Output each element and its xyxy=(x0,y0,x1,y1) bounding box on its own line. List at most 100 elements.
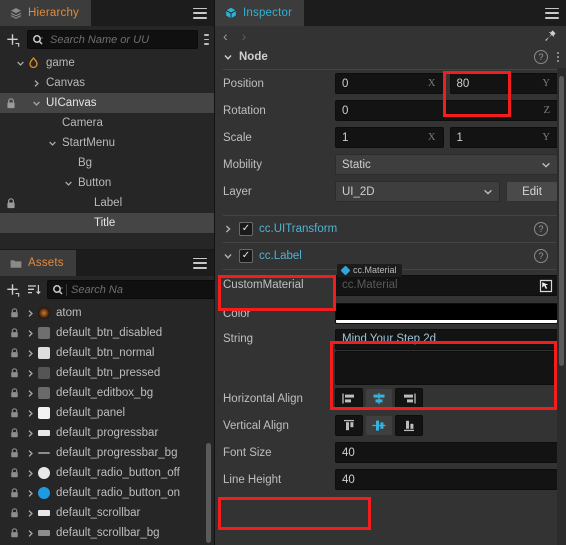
uitransform-enabled-checkbox[interactable]: ✓ xyxy=(239,222,253,236)
nav-back-icon[interactable]: ‹ xyxy=(223,29,228,43)
align-left-button[interactable] xyxy=(335,388,363,409)
asset-item[interactable]: default_scrollbar xyxy=(0,503,214,523)
add-node-icon[interactable] xyxy=(5,32,21,48)
chevron-down-icon[interactable] xyxy=(46,139,58,148)
node-section-header[interactable]: Node ? xyxy=(215,46,566,68)
pin-icon[interactable] xyxy=(543,29,557,43)
asset-item-label: default_progressbar_bg xyxy=(56,447,178,459)
position-y-value: 80 xyxy=(456,77,470,90)
custom-material-input[interactable]: cc.Material xyxy=(335,274,558,296)
string-textarea[interactable] xyxy=(335,351,558,385)
more-options-icon[interactable] xyxy=(557,52,559,62)
chevron-down-icon[interactable] xyxy=(14,59,26,68)
tab-inspector[interactable]: Inspector xyxy=(215,0,305,26)
scale-x-input[interactable]: 1 X xyxy=(335,127,444,148)
inspector-scrollbar[interactable] xyxy=(559,76,564,366)
hierarchy-item-label[interactable]: Label xyxy=(0,193,214,213)
asset-picker-icon[interactable] xyxy=(539,279,553,293)
chevron-right-icon[interactable] xyxy=(22,489,38,498)
chevron-down-icon[interactable] xyxy=(223,52,233,62)
hierarchy-item-camera[interactable]: Camera xyxy=(0,113,214,133)
layer-select[interactable]: UI_2D xyxy=(335,181,500,202)
valign-top-button[interactable] xyxy=(335,415,363,436)
chevron-down-icon[interactable] xyxy=(223,251,233,261)
asset-item[interactable]: default_btn_pressed xyxy=(0,363,214,383)
inspector-tabbar: Inspector xyxy=(215,0,566,26)
chevron-right-icon[interactable] xyxy=(22,529,38,538)
chevron-right-icon[interactable] xyxy=(22,509,38,518)
asset-item[interactable]: default_editbox_bg xyxy=(0,383,214,403)
chevron-right-icon[interactable] xyxy=(22,389,38,398)
asset-item[interactable]: default_scrollbar_bg xyxy=(0,523,214,543)
component-header-uitransform[interactable]: ✓ cc.UITransform ? xyxy=(215,216,566,242)
scale-y-input[interactable]: 1 Y xyxy=(449,127,558,148)
asset-item[interactable]: default_btn_disabled xyxy=(0,323,214,343)
valign-bottom-button[interactable] xyxy=(395,415,423,436)
hierarchy-item-game[interactable]: game xyxy=(0,53,214,73)
chevron-right-icon[interactable] xyxy=(22,329,38,338)
inspector-body: Position 0 X 80 Y Rotation 0 Z Scale 1 X… xyxy=(215,68,566,545)
sort-icon[interactable] xyxy=(26,282,42,298)
font-size-input[interactable]: 40 xyxy=(335,442,558,463)
assets-list: atom default_btn_disabled default_btn_norm… xyxy=(0,303,214,545)
rotation-z-input[interactable]: 0 Z xyxy=(335,100,558,121)
chevron-right-icon[interactable] xyxy=(22,349,38,358)
asset-item[interactable]: default_radio_button_on xyxy=(0,483,214,503)
asset-item[interactable]: default_progressbar_bg xyxy=(0,443,214,463)
nav-forward-icon[interactable]: › xyxy=(242,29,247,43)
mobility-select[interactable]: Static xyxy=(335,154,558,175)
chevron-right-icon[interactable] xyxy=(22,409,38,418)
asset-item[interactable]: default_btn_normal xyxy=(0,343,214,363)
chevron-right-icon[interactable] xyxy=(22,309,38,318)
chevron-down-icon[interactable] xyxy=(62,179,74,188)
label-enabled-checkbox[interactable]: ✓ xyxy=(239,249,253,263)
tab-assets[interactable]: Assets xyxy=(0,250,76,276)
inspector-column: Inspector ‹ › Node ? Position 0 X 80 Y R… xyxy=(215,0,566,545)
align-center-button[interactable] xyxy=(365,388,393,409)
lock-icon[interactable] xyxy=(6,193,16,213)
hierarchy-search-input[interactable] xyxy=(50,33,193,46)
string-input[interactable]: Mind Your Step 2d xyxy=(335,328,558,350)
chevron-right-icon[interactable] xyxy=(223,224,233,234)
layer-edit-button[interactable]: Edit xyxy=(506,181,558,202)
hierarchy-item-canvas[interactable]: Canvas xyxy=(0,73,214,93)
align-right-button[interactable] xyxy=(395,388,423,409)
hierarchy-item-startmenu[interactable]: StartMenu xyxy=(0,133,214,153)
tab-hierarchy[interactable]: Hierarchy xyxy=(0,0,92,26)
chevron-right-icon[interactable] xyxy=(22,449,38,458)
help-icon[interactable]: ? xyxy=(534,249,548,263)
hierarchy-menu-icon[interactable] xyxy=(193,7,207,19)
color-swatch-input[interactable] xyxy=(335,303,558,324)
position-x-input[interactable]: 0 X xyxy=(335,73,444,94)
chevron-right-icon[interactable] xyxy=(30,79,42,88)
asset-item[interactable]: default_radio_button_off xyxy=(0,463,214,483)
valign-middle-button[interactable] xyxy=(365,415,393,436)
asset-item[interactable]: atom xyxy=(0,303,214,323)
lock-icon[interactable] xyxy=(6,93,16,113)
hierarchy-search-box[interactable] xyxy=(27,30,198,49)
hierarchy-item-uicanvas[interactable]: UICanvas xyxy=(0,93,214,113)
line-height-input[interactable]: 40 xyxy=(335,469,558,490)
hierarchy-item-title[interactable]: Title xyxy=(0,213,214,233)
chevron-right-icon[interactable] xyxy=(22,429,38,438)
help-icon[interactable]: ? xyxy=(534,222,548,236)
chevron-right-icon[interactable] xyxy=(22,369,38,378)
color-fields xyxy=(335,303,558,324)
chevron-right-icon[interactable] xyxy=(22,469,38,478)
hierarchy-view-options-icon[interactable] xyxy=(204,34,209,45)
asset-item[interactable]: default_panel xyxy=(0,403,214,423)
hierarchy-item-bg[interactable]: Bg xyxy=(0,153,214,173)
asset-item[interactable]: default_progressbar xyxy=(0,423,214,443)
hierarchy-item-content: StartMenu xyxy=(46,133,115,153)
hierarchy-item-button[interactable]: Button xyxy=(0,173,214,193)
assets-search-input[interactable] xyxy=(71,283,214,296)
assets-menu-icon[interactable] xyxy=(193,257,207,269)
add-asset-icon[interactable] xyxy=(5,282,21,298)
inspector-menu-icon[interactable] xyxy=(545,7,559,19)
position-y-input[interactable]: 80 Y xyxy=(449,73,558,94)
assets-scrollbar[interactable] xyxy=(206,443,211,543)
help-icon[interactable]: ? xyxy=(534,50,548,64)
hierarchy-item-label: UICanvas xyxy=(46,97,97,109)
chevron-down-icon[interactable] xyxy=(30,99,42,108)
assets-search-box[interactable] xyxy=(47,280,219,299)
